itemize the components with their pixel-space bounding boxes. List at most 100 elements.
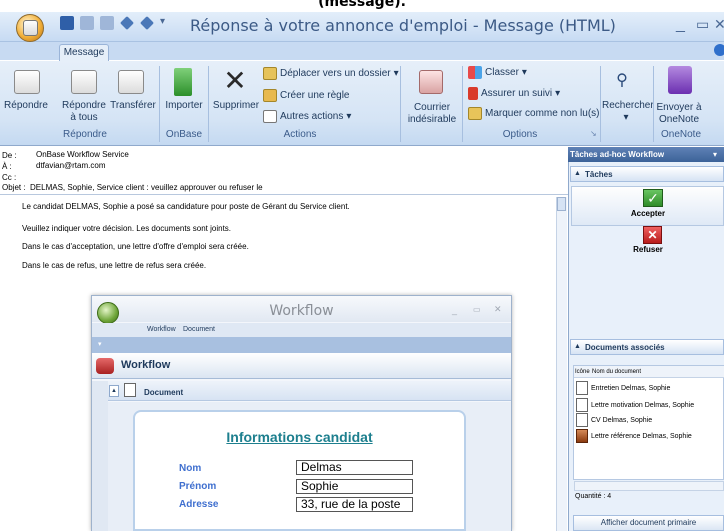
classify-button[interactable]: Classer ▾ (468, 66, 527, 79)
next-icon[interactable] (140, 16, 154, 30)
to-label: À : (2, 162, 12, 171)
checkmark-icon: ✓ (643, 189, 663, 207)
workflow-maximize-button[interactable]: ▭ (473, 305, 481, 314)
documents-quantity: Quantité : 4 (575, 493, 612, 500)
document-section-label: Document (144, 388, 184, 397)
column-name: Nom du document (592, 369, 642, 375)
forward-button[interactable]: Transférer (108, 100, 158, 112)
documents-section-header[interactable]: ▲ Documents associés (570, 339, 724, 355)
field-label-prenom: Prénom (179, 481, 217, 492)
chevron-down-icon: ▾ (393, 68, 399, 79)
collapse-arrow-icon: ▲ (574, 343, 581, 350)
collapse-arrow-icon[interactable]: ▲ (109, 385, 119, 397)
create-rule-button[interactable]: Créer une règle (263, 89, 349, 102)
import-button[interactable]: Importer (162, 100, 206, 112)
undo-icon[interactable] (80, 16, 94, 30)
toolbar-overflow-icon[interactable]: ▾ (98, 340, 102, 348)
reply-all-button[interactable]: Répondre à tous (60, 100, 108, 124)
workflow-minimize-button[interactable]: _ (452, 305, 457, 315)
send-onenote-label-line1: Envoyer à (656, 102, 702, 113)
menu-document[interactable]: Document (183, 326, 215, 333)
follow-up-button[interactable]: Assurer un suivi ▾ (468, 87, 560, 100)
body-paragraph: Veuillez indiquer votre décision. Les do… (22, 224, 232, 233)
cc-label: Cc : (2, 173, 17, 182)
import-icon (174, 68, 192, 96)
ribbon-separator (208, 66, 209, 142)
save-icon[interactable] (60, 16, 74, 30)
scroll-up-button[interactable] (557, 197, 566, 211)
menu-workflow[interactable]: Workflow (147, 326, 176, 333)
junk-label-line2: indésirable (407, 114, 457, 125)
documents-table-header: Icône Nom du document (574, 366, 724, 378)
customize-qat-icon[interactable]: ▾ (160, 16, 165, 30)
delete-button[interactable]: Supprimer (212, 100, 260, 112)
workflow-close-button[interactable]: ✕ (494, 304, 502, 315)
document-name: CV Delmas, Sophie (591, 416, 653, 424)
document-row[interactable]: Lettre motivation Delmas, Sophie (576, 398, 694, 412)
chevron-down-icon: ▾ (555, 88, 561, 99)
to-value[interactable]: dtfavian@rtam.com (36, 161, 105, 170)
chevron-down-icon: ▾ (521, 67, 527, 78)
body-paragraph: Dans le cas de refus, une lettre de refu… (22, 261, 207, 270)
refuse-task-button[interactable]: Refuser (572, 245, 724, 254)
from-value: OnBase Workflow Service (36, 150, 129, 159)
tab-message[interactable]: Message (59, 44, 109, 62)
chevron-down-icon: ▾ (623, 112, 629, 123)
field-input-nom[interactable]: Delmas (296, 460, 413, 475)
chevron-down-icon: ▾ (346, 111, 352, 122)
reply-icon (14, 70, 40, 94)
redo-icon[interactable] (100, 16, 114, 30)
field-label-adresse: Adresse (179, 499, 219, 510)
task-pane-title: Tâches ad-hoc Workflow (568, 147, 724, 162)
window-title: Réponse à votre annonce d'emploi - Messa… (190, 16, 616, 35)
show-primary-document-button[interactable]: Afficher document primaire (573, 515, 724, 531)
onenote-icon (668, 66, 692, 94)
subject-value: DELMAS, Sophie, Service client : veuille… (30, 183, 263, 192)
junk-icon (419, 70, 443, 94)
field-label-nom: Nom (179, 463, 202, 474)
document-row[interactable]: Lettre référence Delmas, Sophie (576, 429, 692, 443)
document-name: Lettre référence Delmas, Sophie (591, 432, 692, 440)
workflow-header-label: Workflow (121, 359, 171, 371)
from-label: De : (2, 151, 17, 160)
maximize-button[interactable]: ▭ (696, 16, 709, 33)
document-name: Lettre motivation Delmas, Sophie (591, 401, 695, 409)
close-button[interactable]: ✕ (714, 16, 724, 33)
field-input-prenom[interactable]: Sophie (296, 479, 413, 494)
body-scrollbar[interactable] (556, 197, 567, 531)
actions-icon (263, 110, 277, 123)
junk-button[interactable]: Courrier indésirable (400, 102, 464, 126)
rule-icon (263, 89, 277, 102)
top-caption: (message). (318, 0, 406, 10)
group-label-options: Options (502, 129, 538, 140)
document-icon (576, 413, 588, 427)
group-label-actions: Actions (283, 129, 317, 140)
help-icon[interactable] (714, 44, 724, 56)
reply-all-icon (71, 70, 97, 94)
group-label-onbase: OnBase (165, 129, 203, 140)
group-label-onenote: OneNote (660, 129, 702, 140)
envelope-icon (468, 107, 482, 120)
dialog-launcher-icon[interactable]: ↘ (590, 129, 597, 138)
document-row[interactable]: CV Delmas, Sophie (576, 413, 652, 427)
documents-horizontal-scrollbar[interactable] (574, 481, 724, 491)
previous-icon[interactable] (120, 16, 134, 30)
document-row[interactable]: Entretien Delmas, Sophie (576, 381, 670, 395)
send-onenote-button[interactable]: Envoyer à OneNote (654, 102, 704, 126)
mark-unread-button[interactable]: Marquer comme non lu(s) (468, 107, 599, 120)
field-input-adresse[interactable]: 33, rue de la poste (296, 497, 413, 512)
chevron-down-icon[interactable]: ▾ (713, 150, 717, 159)
folder-icon (263, 67, 277, 80)
office-logo-icon (23, 20, 38, 36)
minimize-button[interactable]: _ (676, 16, 685, 34)
refuse-x-icon[interactable]: ✕ (643, 226, 662, 244)
move-to-folder-button[interactable]: Déplacer vers un dossier ▾ (263, 67, 399, 80)
workflow-menu-bar: Workflow Document (92, 323, 511, 337)
other-actions-button[interactable]: Autres actions ▾ (263, 110, 351, 123)
search-button[interactable]: Rechercher (602, 100, 654, 112)
reply-button[interactable]: Répondre (4, 100, 48, 112)
office-button[interactable] (16, 14, 44, 42)
documents-section-title: Documents associés (585, 343, 665, 352)
tasks-section-title: Tâches (585, 170, 613, 179)
tasks-section-header[interactable]: ▲ Tâches (570, 166, 724, 182)
